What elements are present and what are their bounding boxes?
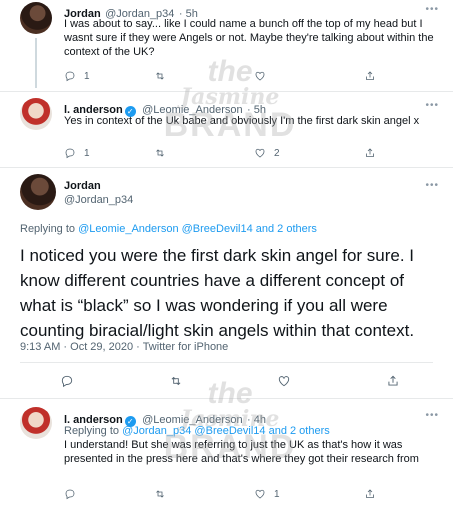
thread-line [35, 38, 37, 88]
more-options-icon[interactable]: ••• [425, 410, 439, 421]
tweet-actions: 1 2 [64, 147, 376, 159]
share-icon [364, 488, 376, 500]
like-button[interactable] [254, 70, 364, 82]
like-button[interactable] [277, 374, 291, 388]
reply-button[interactable]: 1 [64, 147, 154, 159]
like-icon [254, 70, 266, 82]
share-icon [364, 70, 376, 82]
tweet-timestamp[interactable]: 9:13 AM · Oct 29, 2020 · Twitter for iPh… [20, 341, 228, 353]
more-options-icon[interactable]: ••• [425, 4, 439, 15]
reply-count: 1 [84, 147, 90, 159]
like-button[interactable]: 1 [254, 488, 364, 500]
share-icon [386, 374, 400, 388]
avatar[interactable] [20, 2, 52, 34]
tweet-anderson-1[interactable]: l. anderson ✓ @Leomie_Anderson · 5h ••• Y… [0, 92, 453, 167]
reply-button[interactable] [64, 488, 154, 500]
tweet-text: I noticed you were the first dark skin a… [20, 246, 415, 340]
avatar[interactable] [20, 407, 52, 439]
reply-icon [64, 147, 76, 159]
tweet-actions: 1 [64, 70, 376, 82]
retweet-button[interactable] [154, 70, 254, 82]
replying-to-mentions[interactable]: @Leomie_Anderson @BreeDevil14 and 2 othe… [78, 223, 317, 235]
reply-icon [64, 488, 76, 500]
more-options-icon[interactable]: ••• [425, 180, 439, 191]
retweet-icon [154, 70, 166, 82]
main-tweet-actions [60, 374, 400, 388]
tweet-jordan-1[interactable]: Jordan @Jordan_p34 · 5h ••• I was about … [0, 0, 453, 92]
reply-button[interactable] [60, 374, 74, 388]
reply-button[interactable]: 1 [64, 70, 154, 82]
divider [20, 362, 433, 363]
retweet-icon [154, 147, 166, 159]
tweet-actions: 1 [64, 488, 376, 500]
like-count: 2 [274, 147, 280, 159]
avatar[interactable] [20, 98, 52, 130]
share-button[interactable] [364, 488, 376, 500]
tweet-text: I was about to say... like I could name … [64, 18, 434, 58]
reply-icon [64, 70, 76, 82]
share-icon [364, 147, 376, 159]
share-button[interactable] [386, 374, 400, 388]
replying-to: Replying to @Jordan_p34 @BreeDevil14 and… [64, 424, 330, 438]
more-options-icon[interactable]: ••• [425, 100, 439, 111]
reply-count: 1 [84, 70, 90, 82]
share-button[interactable] [364, 70, 376, 82]
author-handle[interactable]: @Jordan_p34 [64, 194, 133, 206]
avatar[interactable] [20, 174, 56, 210]
reply-icon [60, 374, 74, 388]
retweet-button[interactable] [154, 488, 254, 500]
retweet-icon [169, 374, 183, 388]
retweet-icon [154, 488, 166, 500]
replying-to-label: Replying to [64, 425, 120, 437]
main-tweet: Jordan @Jordan_p34 ••• Replying to @Leom… [0, 168, 453, 386]
tweet-text: I understand! But she was referring to j… [64, 439, 419, 465]
share-button[interactable] [364, 147, 376, 159]
replying-to-mentions[interactable]: @Jordan_p34 @BreeDevil14 and 2 others [122, 425, 330, 437]
like-icon [254, 147, 266, 159]
retweet-button[interactable] [154, 147, 254, 159]
like-count: 1 [274, 488, 280, 500]
replying-to-label: Replying to [20, 223, 76, 235]
like-icon [254, 488, 266, 500]
retweet-button[interactable] [169, 374, 183, 388]
author-name[interactable]: Jordan [64, 180, 101, 192]
like-button[interactable]: 2 [254, 147, 364, 159]
like-icon [277, 374, 291, 388]
tweet-anderson-2[interactable]: l. anderson ✓ @Leomie_Anderson · 4h ••• R… [0, 399, 453, 511]
tweet-text: Yes in context of the Uk babe and obviou… [64, 115, 420, 127]
replying-to: Replying to @Leomie_Anderson @BreeDevil1… [20, 223, 317, 235]
